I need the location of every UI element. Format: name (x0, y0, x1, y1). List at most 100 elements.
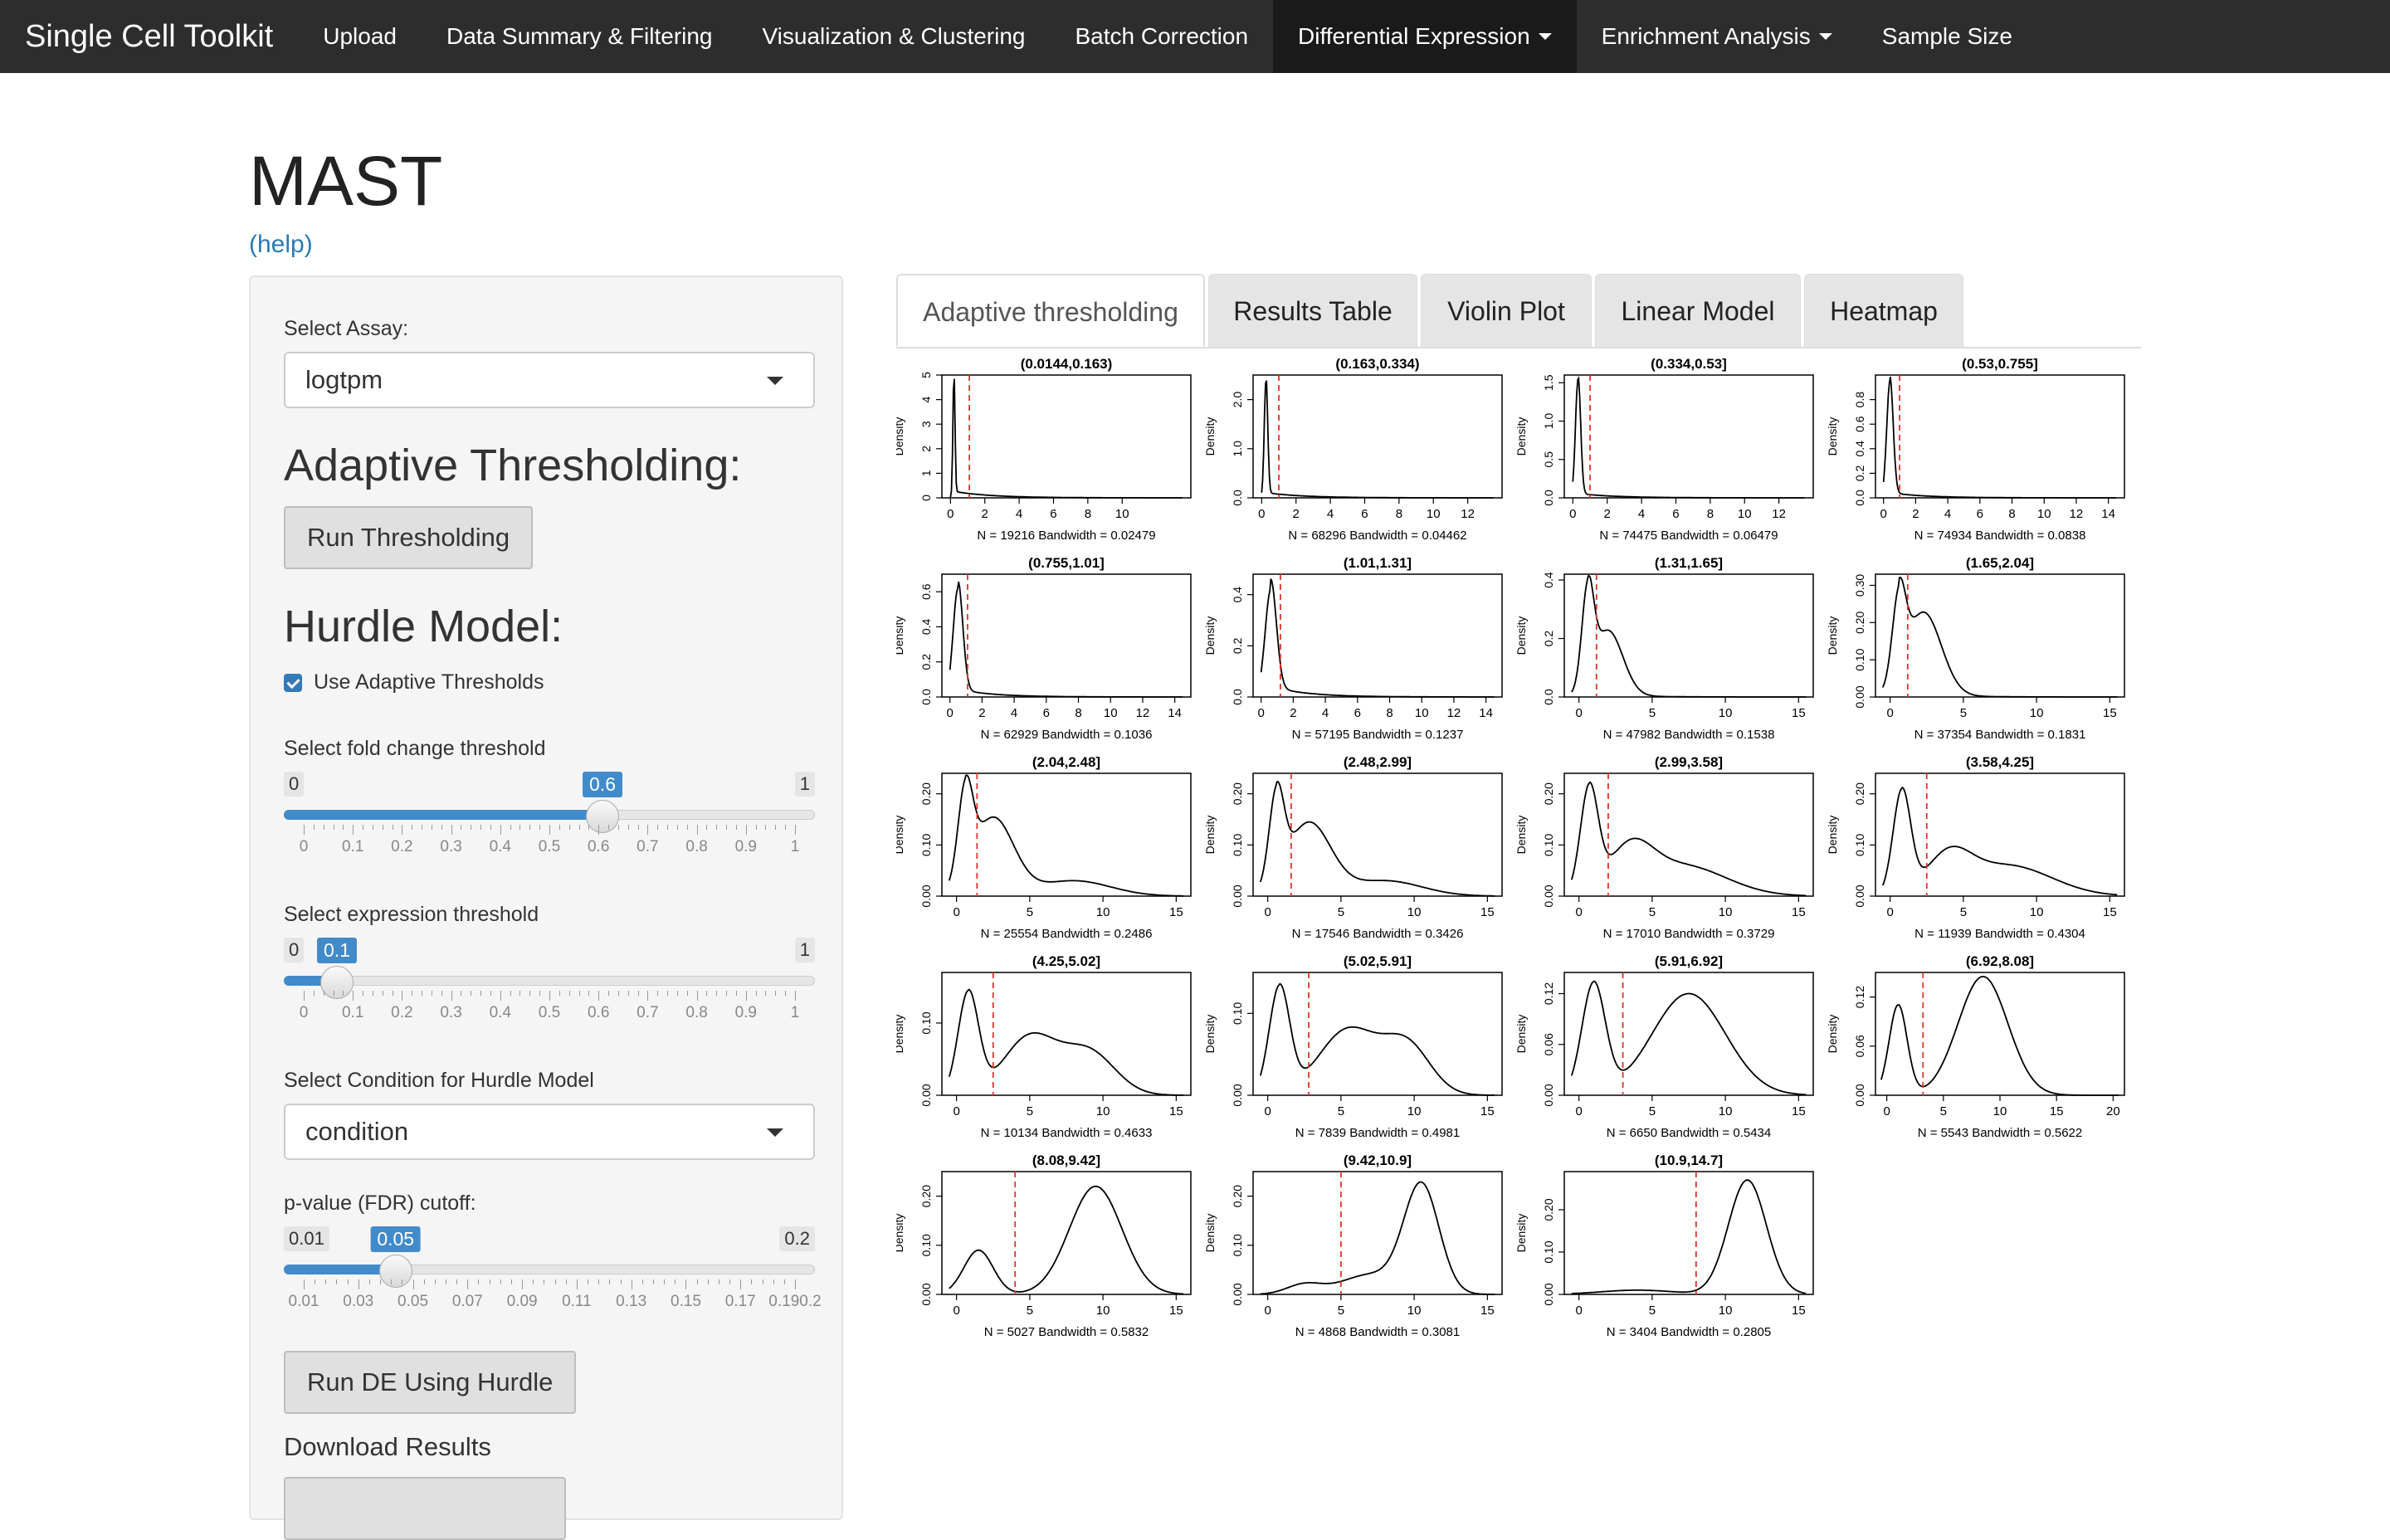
plot-caption: N = 74934 Bandwidth = 0.0838 (1914, 529, 2086, 543)
x-tick-label: 5 (1940, 1104, 1947, 1118)
pvalue-slider[interactable]: 0.01 0.2 0.05 0.01 0.03 0.05 0.07 0.09 0.11 0.13 0… (284, 1226, 822, 1326)
y-tick-label: 0.5 (1542, 451, 1555, 468)
x-tick-label: 15 (1480, 1304, 1495, 1318)
slider-tick (500, 825, 501, 835)
brand-title[interactable]: Single Cell Toolkit (0, 19, 298, 55)
y-tick-label: 0.10 (1542, 833, 1555, 855)
plot-title: (1.31,1.65] (1655, 555, 1723, 571)
slider-handle[interactable] (586, 800, 619, 833)
y-tick-label: 0.4 (919, 618, 933, 635)
slider-tick (519, 991, 521, 996)
run-thresholding-button[interactable]: Run Thresholding (284, 506, 534, 569)
density-plot: (3.58,4.25] 0 5 10 15 0.00 0.10 0.20 Density N = … (1826, 754, 2125, 941)
x-tick-label: 5 (1960, 905, 1967, 919)
y-axis-label: Density (896, 616, 905, 655)
density-curve (1260, 1181, 1495, 1295)
y-tick-label: 0.4 (1542, 572, 1555, 588)
x-tick-label: 14 (1168, 706, 1182, 720)
download-button[interactable] (284, 1477, 566, 1540)
x-tick-label: 0 (1575, 1304, 1582, 1318)
slider-tick-label: 0.13 (616, 1293, 647, 1310)
slider-tick (358, 1279, 359, 1289)
tab-violin-plot[interactable]: Violin Plot (1421, 274, 1592, 347)
fold-change-slider[interactable]: 0 1 0.6 0 0.1 0.2 0.3 0.4 0.5 0.6 0.7 0.8 0.9 1 (284, 772, 815, 871)
slider-tick-label: 0.8 (685, 1004, 708, 1021)
assay-select[interactable]: logtpm (284, 352, 815, 408)
plot-frame (1563, 972, 1814, 1096)
fold-change-label: Select fold change threshold (284, 737, 546, 760)
slider-tick (500, 991, 501, 1001)
slider-tick (637, 825, 639, 830)
y-tick-label: 0.0 (1231, 689, 1244, 705)
slider-min-label: 0 (284, 772, 305, 797)
plot-caption: N = 6650 Bandwidth = 0.5434 (1607, 1126, 1772, 1140)
slider-tick (549, 991, 550, 1001)
plot-frame (1252, 573, 1503, 698)
x-tick-label: 5 (1649, 1304, 1656, 1318)
nav-item-batch-correction[interactable]: Batch Correction (1051, 0, 1274, 73)
density-plot: (2.04,2.48] 0 5 10 15 0.00 0.10 0.20 Density N = … (896, 754, 1192, 941)
plot-frame (1875, 972, 2125, 1096)
x-tick-label: 10 (1719, 1104, 1733, 1118)
slider-tick-label: 0.6 (587, 838, 610, 855)
x-tick-label: 0 (1575, 706, 1582, 720)
slider-tick (647, 991, 649, 1001)
slider-max-label: 1 (794, 772, 815, 797)
caret-down-icon (1538, 33, 1552, 40)
x-tick-label: 4 (1638, 507, 1645, 521)
plot-title: (3.58,4.25] (1966, 754, 2034, 770)
x-tick-label: 0 (947, 706, 954, 720)
slider-tick-label: 0.2 (391, 1004, 413, 1021)
slider-track[interactable] (284, 976, 815, 986)
plot-title: (0.334,0.53] (1651, 356, 1727, 372)
slider-tick (641, 1279, 643, 1284)
run-de-hurdle-button[interactable]: Run DE Using Hurdle (284, 1351, 577, 1414)
slider-handle[interactable] (378, 1255, 412, 1288)
slider-tick (480, 825, 482, 830)
nav-item-visualization-clustering[interactable]: Visualization & Clustering (738, 0, 1051, 73)
slider-tick (368, 1279, 370, 1284)
density-curve (1570, 781, 1807, 897)
density-curve (1259, 982, 1495, 1096)
y-tick-label: 1.0 (1542, 413, 1555, 430)
nav-item-enrichment-analysis[interactable]: Enrichment Analysis (1577, 0, 1857, 73)
x-tick-label: 12 (1136, 706, 1150, 720)
slider-tick-label: 0.9 (734, 1004, 758, 1021)
nav-item-differential-expression[interactable]: Differential Expression (1273, 0, 1577, 73)
y-tick-label: 5 (919, 372, 933, 378)
slider-tick (608, 825, 610, 830)
x-tick-label: 5 (1338, 1104, 1344, 1118)
x-tick-label: 15 (1169, 905, 1183, 919)
condition-select[interactable]: condition (284, 1104, 815, 1160)
density-plot: (0.0144,0.163) 0 2 4 6 8 10 0 1 2 3 4 5 Density N = 19… (896, 356, 1192, 543)
y-axis-label: Density (1203, 616, 1217, 655)
use-adaptive-checkbox[interactable] (284, 674, 302, 692)
slider-min-label: 0 (284, 938, 305, 962)
x-tick-label: 10 (1096, 1104, 1110, 1118)
slider-tick-label: 0.2 (391, 838, 413, 855)
tab-adaptive-thresholding[interactable]: Adaptive thresholding (896, 274, 1205, 347)
nav-item-sample-size[interactable]: Sample Size (1857, 0, 2037, 73)
slider-tick (554, 1279, 556, 1284)
slider-tick (380, 1279, 382, 1284)
x-tick-label: 15 (2103, 706, 2117, 720)
x-tick-label: 0 (1886, 905, 1893, 919)
tab-linear-model[interactable]: Linear Model (1595, 274, 1801, 347)
tab-heatmap[interactable]: Heatmap (1804, 274, 1963, 347)
slider-tick (685, 1279, 687, 1289)
slider-handle[interactable] (320, 966, 354, 999)
expression-threshold-slider[interactable]: 0 1 0.1 0 0.1 0.2 0.3 0.4 0.5 0.6 0.7 0.8 0.9 1 (284, 938, 815, 1037)
y-tick-label: 0.10 (1853, 833, 1866, 855)
x-tick-label: 5 (1027, 905, 1033, 919)
density-curve (949, 1185, 1184, 1295)
density-curve (1571, 1179, 1807, 1294)
y-tick-label: 0.10 (919, 1234, 933, 1256)
x-tick-label: 5 (1027, 1104, 1033, 1118)
slider-fill (284, 810, 602, 820)
tab-results-table[interactable]: Results Table (1208, 274, 1417, 347)
x-tick-label: 10 (1407, 1304, 1422, 1318)
plot-frame (1563, 374, 1814, 499)
nav-item-upload[interactable]: Upload (298, 0, 422, 73)
help-link[interactable]: (help) (249, 231, 313, 259)
nav-item-data-summary-filtering[interactable]: Data Summary & Filtering (422, 0, 738, 73)
